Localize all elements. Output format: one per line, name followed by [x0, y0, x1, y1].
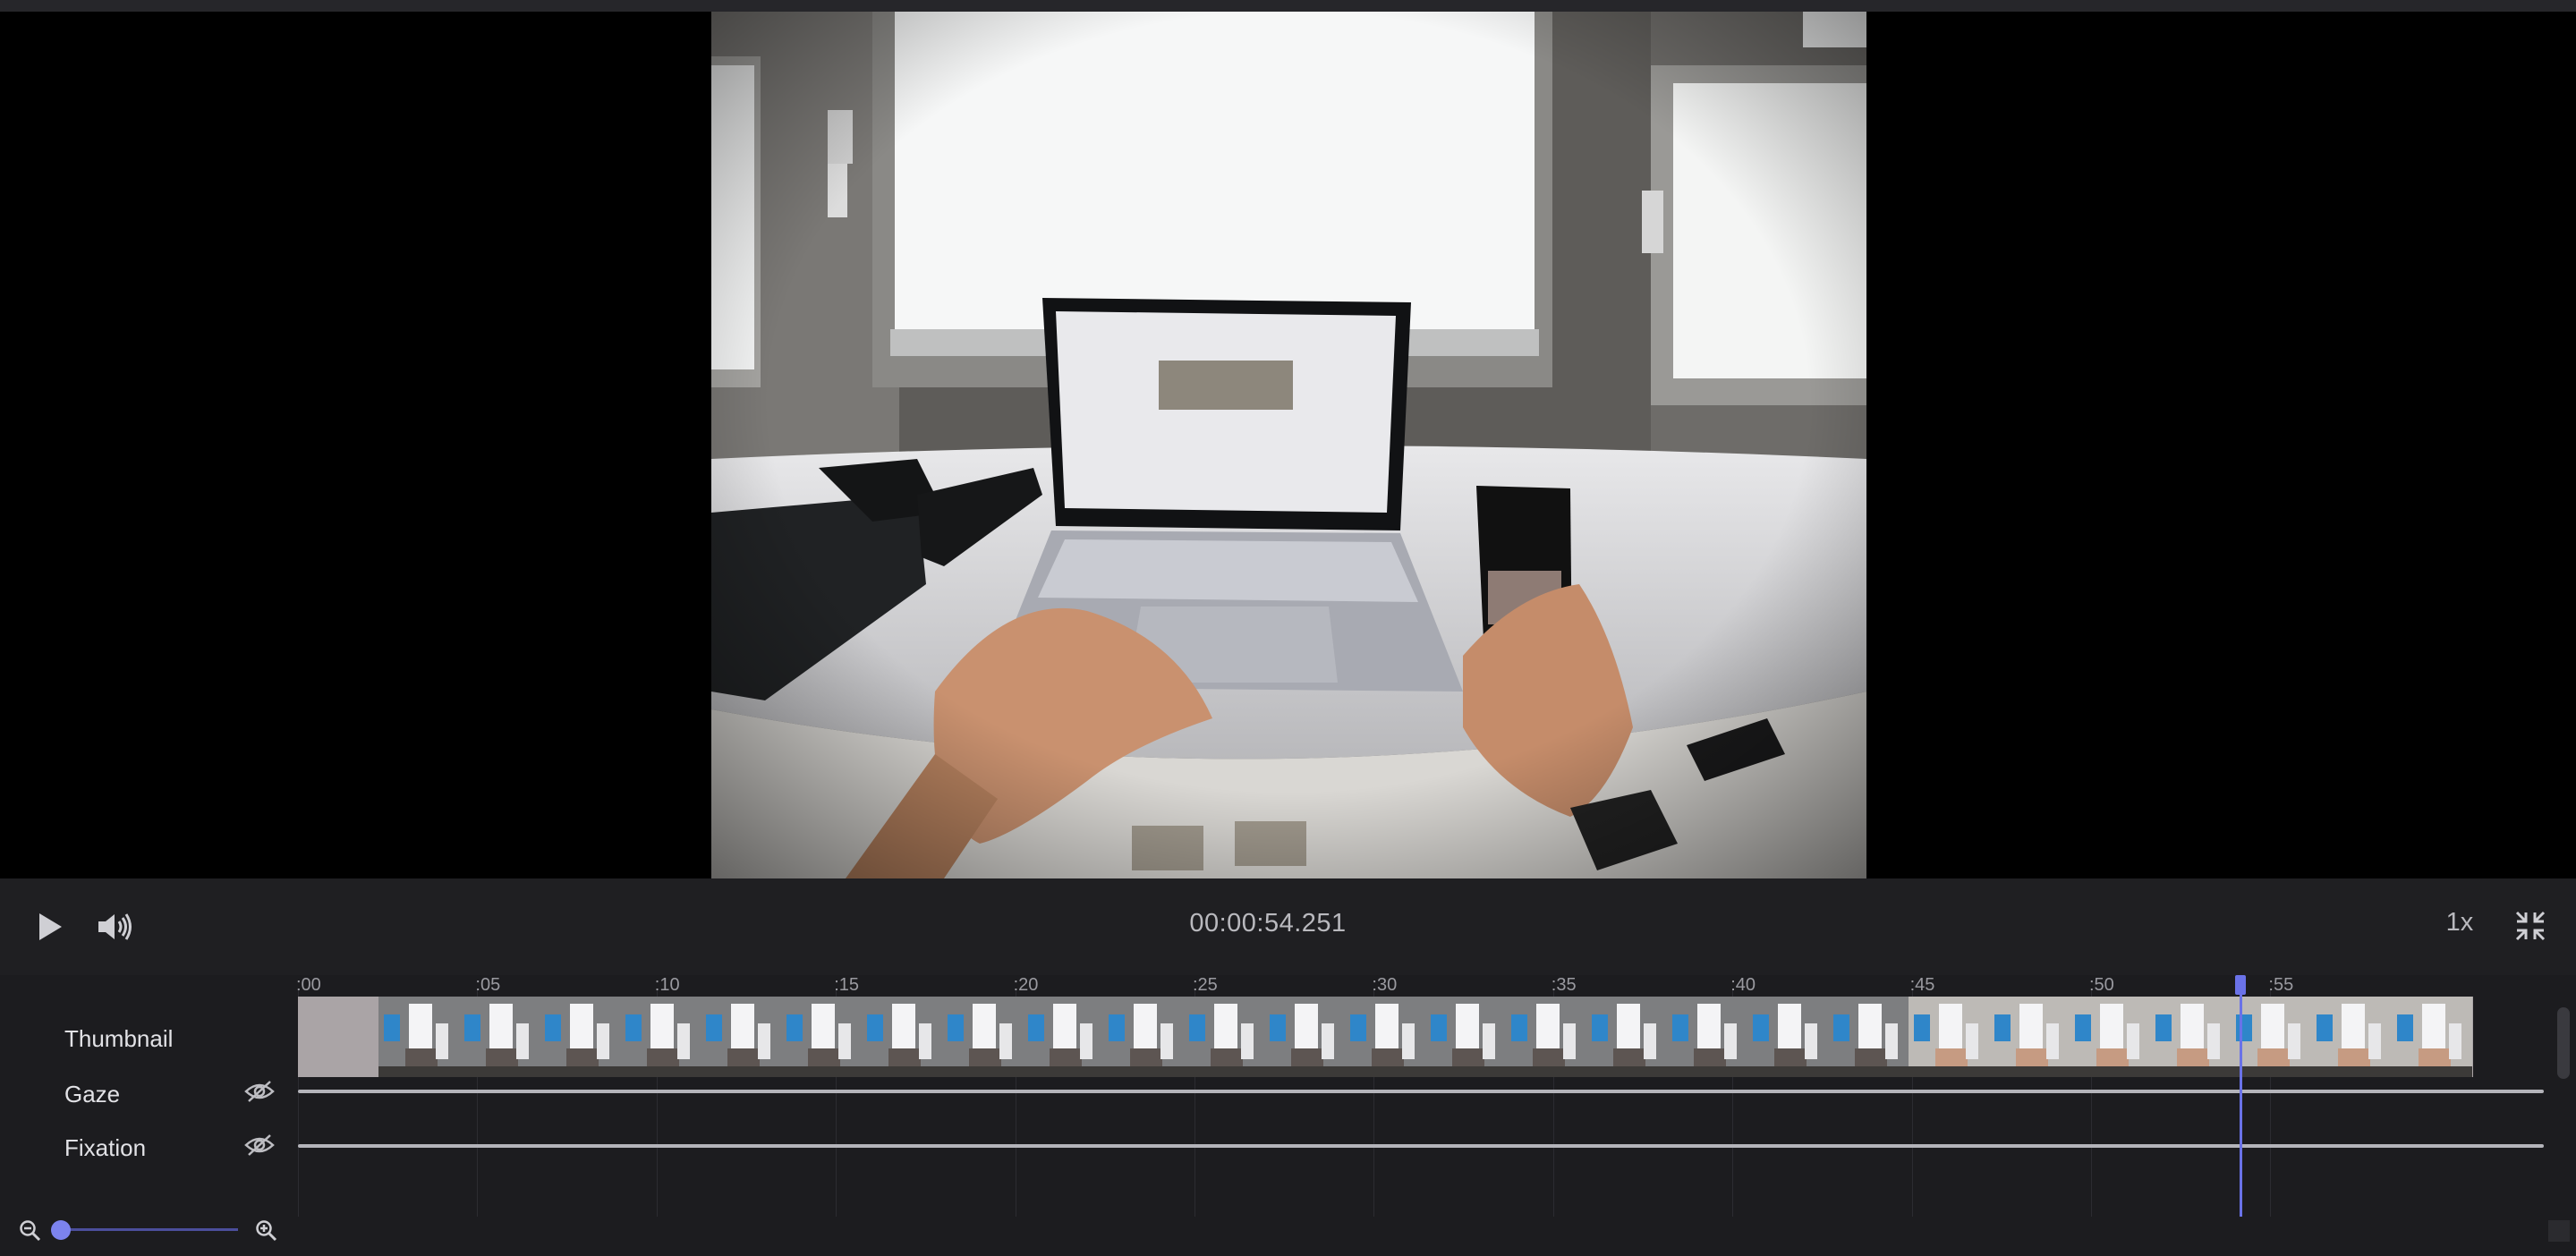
zoom-bar	[0, 1217, 2576, 1256]
zoom-in-icon	[256, 1220, 277, 1242]
thumbnail-frame	[942, 997, 1023, 1077]
eye-off-icon	[244, 1081, 275, 1102]
tick-label: :05	[475, 975, 501, 995]
thumbnail-frame	[540, 997, 620, 1077]
zoom-in-button[interactable]	[252, 1217, 281, 1245]
thumbnail-frame	[1023, 997, 1103, 1077]
gaze-visibility-toggle[interactable]	[243, 1079, 276, 1104]
tick-label: :00	[296, 975, 321, 995]
gaze-track[interactable]	[298, 1090, 2544, 1093]
thumbnail-frame	[620, 997, 701, 1077]
resize-corner[interactable]	[2548, 1220, 2570, 1242]
eye-off-icon	[244, 1134, 275, 1156]
track-label-gaze: Gaze	[64, 1081, 121, 1107]
play-icon	[39, 913, 62, 940]
tick-label: :15	[834, 975, 859, 995]
thumbnail-frame	[459, 997, 540, 1077]
thumbnail-frame	[2392, 997, 2472, 1077]
tick-label: :25	[1193, 975, 1218, 995]
thumbnail-frame	[1909, 997, 1989, 1077]
time-ruler[interactable]: :00 :05 :10 :15 :20 :25 :30 :35 :40 :45 :50 :55	[296, 975, 2544, 997]
thumbnail-frame	[2231, 997, 2311, 1077]
top-bar	[0, 0, 2576, 12]
thumbnail-frame	[1828, 997, 1909, 1077]
tick-label: :35	[1551, 975, 1577, 995]
zoom-slider-track[interactable]	[59, 1228, 238, 1231]
thumbnail-frame	[1586, 997, 1667, 1077]
track-label-thumbnail: Thumbnail	[64, 1025, 174, 1052]
tick-label: :20	[1013, 975, 1039, 995]
collapse-icon	[2515, 911, 2546, 941]
track-label-fixation: Fixation	[64, 1134, 147, 1161]
tick-label: :30	[1372, 975, 1398, 995]
thumbnail-frame	[378, 997, 459, 1077]
exit-fullscreen-button[interactable]	[2512, 908, 2548, 944]
play-button[interactable]	[32, 909, 68, 945]
thumbnail-frame	[1747, 997, 1828, 1077]
thumbnail-frame	[1264, 997, 1345, 1077]
thumbnail-frame	[2311, 997, 2392, 1077]
playback-speed-button[interactable]: 1x	[2437, 908, 2482, 938]
playhead-handle[interactable]	[2235, 975, 2246, 995]
tick-label: :55	[2268, 975, 2294, 995]
thumbnail-frame	[701, 997, 781, 1077]
fixation-visibility-toggle[interactable]	[243, 1133, 276, 1158]
zoom-out-button[interactable]	[16, 1217, 45, 1245]
tick-label: :45	[1909, 975, 1935, 995]
video-viewport[interactable]	[0, 12, 2576, 878]
thumbnail-frame	[781, 997, 862, 1077]
zoom-out-icon	[20, 1220, 41, 1242]
video-frame[interactable]	[711, 12, 1866, 878]
thumbnail-frame	[862, 997, 942, 1077]
zoom-slider-thumb[interactable]	[51, 1220, 71, 1240]
thumbnail-strip[interactable]	[298, 997, 2473, 1077]
volume-button[interactable]	[95, 909, 136, 945]
thumbnail-frame	[1103, 997, 1184, 1077]
thumbnail-frame	[1425, 997, 1506, 1077]
video-player-app: 00:00:54.251 1x :00 :05 :10 :15 :20 :25 :30 :35…	[0, 0, 2576, 1256]
playhead[interactable]	[2240, 975, 2242, 1217]
timeline-scrollbar[interactable]	[2557, 1007, 2570, 1079]
fixation-track[interactable]	[298, 1144, 2544, 1148]
tick-label: :40	[1730, 975, 1756, 995]
volume-icon	[98, 913, 132, 940]
tick-label: :10	[654, 975, 680, 995]
current-timecode: 00:00:54.251	[1189, 909, 1347, 938]
thumbnail-frame	[1345, 997, 1425, 1077]
thumbnail-frame	[2070, 997, 2150, 1077]
thumbnail-frame	[1667, 997, 1747, 1077]
video-scene-image	[711, 12, 1866, 878]
tick-label: :50	[2089, 975, 2114, 995]
thumbnail-frame	[1989, 997, 2070, 1077]
thumbnail-frame	[1506, 997, 1586, 1077]
thumbnail-frame	[2150, 997, 2231, 1077]
thumbnail-frame	[1184, 997, 1264, 1077]
